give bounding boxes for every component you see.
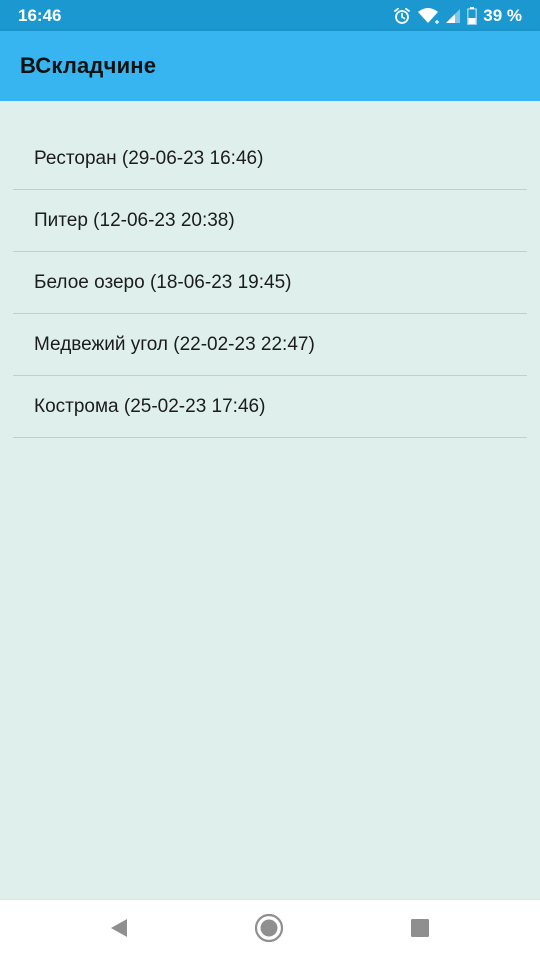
app-bar: ВСкладчине <box>0 31 540 101</box>
list-item[interactable]: Ресторан (29-06-23 16:46) <box>13 128 527 190</box>
alarm-icon <box>393 7 411 25</box>
content-area: Ресторан (29-06-23 16:46) Питер (12-06-2… <box>0 101 540 899</box>
list-item[interactable]: Белое озеро (18-06-23 19:45) <box>13 252 527 314</box>
list-item-label: Ресторан (29-06-23 16:46) <box>34 147 264 169</box>
recents-icon <box>410 918 430 943</box>
home-button[interactable] <box>239 900 299 960</box>
battery-percent: 39 % <box>483 5 522 25</box>
status-time: 16:46 <box>18 5 62 25</box>
list-item-label: Медвежий угол (22-02-23 22:47) <box>34 333 315 355</box>
back-icon <box>108 917 130 944</box>
recents-button[interactable] <box>390 900 450 960</box>
status-icons: 39 % <box>393 6 522 26</box>
signal-icon <box>445 8 461 24</box>
back-button[interactable] <box>89 900 149 960</box>
status-bar: 16:46 39 % <box>0 0 540 31</box>
list-item-label: Питер (12-06-23 20:38) <box>34 209 235 231</box>
trip-list: Ресторан (29-06-23 16:46) Питер (12-06-2… <box>13 128 527 438</box>
battery-icon <box>467 6 478 25</box>
list-item-label: Кострома (25-02-23 17:46) <box>34 395 266 417</box>
list-item[interactable]: Кострома (25-02-23 17:46) <box>13 376 527 438</box>
app-title: ВСкладчине <box>20 53 157 78</box>
list-item-label: Белое озеро (18-06-23 19:45) <box>34 271 292 293</box>
list-item[interactable]: Питер (12-06-23 20:38) <box>13 190 527 252</box>
home-icon <box>253 912 285 949</box>
list-item[interactable]: Медвежий угол (22-02-23 22:47) <box>13 314 527 376</box>
navigation-bar <box>0 899 540 960</box>
wifi-icon <box>417 7 440 25</box>
